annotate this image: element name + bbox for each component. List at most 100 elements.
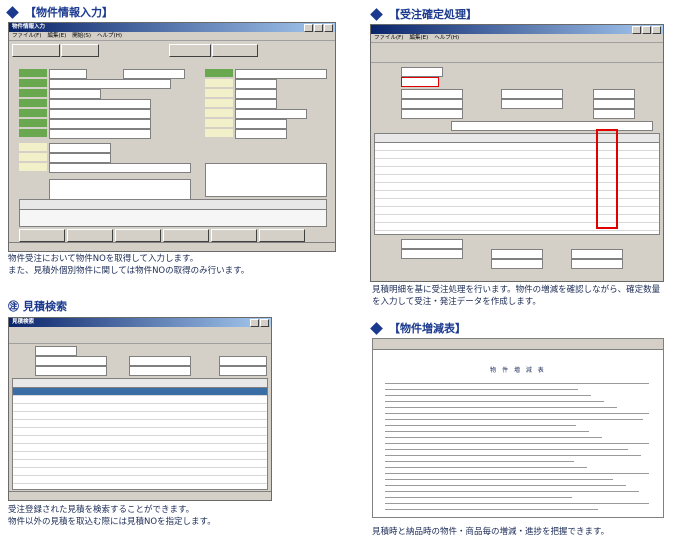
report-line (385, 485, 626, 486)
input-field[interactable] (401, 249, 463, 259)
input-field[interactable] (235, 99, 277, 109)
menu-item-help[interactable]: ヘルプ(H) (434, 34, 459, 42)
report-line (385, 395, 591, 396)
input-field[interactable] (49, 89, 101, 99)
input-field[interactable] (49, 143, 111, 153)
table-row[interactable] (13, 428, 267, 436)
toolbar-button[interactable] (212, 44, 258, 57)
toolbar-button[interactable] (169, 44, 211, 57)
menu-item-edit[interactable]: 編集(E) (409, 34, 428, 42)
input-field[interactable] (49, 109, 151, 119)
highlight-frame (596, 129, 618, 229)
input-field[interactable] (49, 163, 191, 173)
diamond-icon (6, 5, 19, 19)
input-field[interactable] (49, 119, 151, 129)
report-line (385, 431, 589, 432)
table-row[interactable] (13, 460, 267, 468)
input-field[interactable] (235, 109, 307, 119)
table-row[interactable] (13, 396, 267, 404)
search-input[interactable] (129, 356, 191, 366)
table-row[interactable] (13, 436, 267, 444)
input-field[interactable] (235, 79, 277, 89)
maximize-icon[interactable] (314, 24, 323, 32)
input-field[interactable] (593, 89, 635, 99)
minimize-icon[interactable] (632, 26, 641, 34)
table-row[interactable] (13, 412, 267, 420)
input-field[interactable] (593, 109, 635, 119)
window-titlebar: 見積検索 (9, 318, 271, 327)
close-icon[interactable] (652, 26, 661, 34)
menu-item-file[interactable]: ファイル(F) (374, 34, 403, 42)
input-field[interactable] (401, 109, 463, 119)
input-field[interactable] (123, 69, 185, 79)
field-label (19, 129, 47, 137)
action-button[interactable] (163, 229, 209, 242)
change-report-preview: 物 件 増 減 表 (372, 338, 664, 518)
input-field[interactable] (491, 249, 543, 259)
input-field[interactable] (593, 99, 635, 109)
input-field[interactable] (49, 129, 151, 139)
menu-item-help[interactable]: ヘルプ(H) (97, 32, 122, 40)
toolbar-button[interactable] (12, 44, 60, 57)
table-row[interactable] (13, 388, 267, 396)
input-field[interactable] (491, 259, 543, 269)
report-line (385, 509, 598, 510)
report-line (385, 437, 602, 438)
menu-item-start[interactable]: 開始(S) (72, 32, 91, 40)
input-field[interactable] (235, 119, 287, 129)
input-field[interactable] (451, 121, 653, 131)
diamond-icon (370, 321, 383, 335)
action-button[interactable] (115, 229, 161, 242)
table-row[interactable] (13, 476, 267, 484)
action-button[interactable] (211, 229, 257, 242)
search-input[interactable] (35, 346, 77, 356)
table-row[interactable] (13, 468, 267, 476)
input-field[interactable] (401, 67, 443, 77)
report-line (385, 467, 587, 468)
search-input[interactable] (129, 366, 191, 376)
input-field[interactable] (49, 69, 87, 79)
search-input[interactable] (219, 366, 267, 376)
report-line (385, 389, 578, 390)
search-input[interactable] (35, 366, 107, 376)
input-field[interactable] (49, 99, 151, 109)
memo-field[interactable] (49, 179, 191, 201)
input-field[interactable] (501, 89, 563, 99)
menu-item-edit[interactable]: 編集(E) (47, 32, 66, 40)
table-row[interactable] (13, 444, 267, 452)
menu-item-file[interactable]: ファイル(F) (12, 32, 41, 40)
input-field[interactable] (49, 79, 171, 89)
caption: 受注登録された見積を検索することができます。 物件以外の見積を取込む際には見積N… (8, 505, 216, 527)
search-input[interactable] (219, 356, 267, 366)
field-label (19, 89, 47, 97)
field-label (205, 129, 233, 137)
highlight-input[interactable] (401, 77, 439, 87)
action-button[interactable] (67, 229, 113, 242)
input-field[interactable] (401, 99, 463, 109)
table-row[interactable] (13, 404, 267, 412)
field-label (19, 143, 47, 151)
input-field[interactable] (501, 99, 563, 109)
input-field[interactable] (401, 239, 463, 249)
minimize-icon[interactable] (304, 24, 313, 32)
input-field[interactable] (571, 249, 623, 259)
input-field[interactable] (235, 69, 327, 79)
minimize-icon[interactable] (250, 319, 259, 327)
table-row[interactable] (375, 231, 659, 234)
action-button[interactable] (19, 229, 65, 242)
input-field[interactable] (235, 129, 287, 139)
maximize-icon[interactable] (642, 26, 651, 34)
action-button[interactable] (259, 229, 305, 242)
close-icon[interactable] (260, 319, 269, 327)
input-field[interactable] (235, 89, 277, 99)
input-field[interactable] (401, 89, 463, 99)
order-confirmation-window: ファイル(F) 編集(E) ヘルプ(H) (370, 24, 664, 282)
table-row[interactable] (13, 420, 267, 428)
table-row[interactable] (13, 452, 267, 460)
toolbar-button[interactable] (61, 44, 99, 57)
input-field[interactable] (49, 153, 111, 163)
input-field[interactable] (571, 259, 623, 269)
table-row[interactable] (13, 484, 267, 489)
close-icon[interactable] (324, 24, 333, 32)
search-input[interactable] (35, 356, 107, 366)
